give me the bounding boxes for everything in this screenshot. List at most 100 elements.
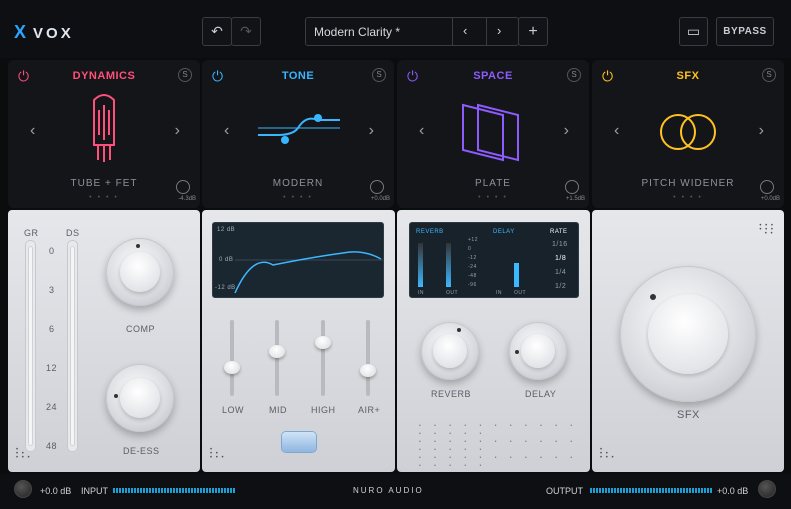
- air-slider[interactable]: [360, 320, 376, 396]
- rate-option[interactable]: 1/4: [555, 269, 566, 276]
- eq-curve: [234, 251, 383, 294]
- de-ess-label: DE-ESS: [123, 446, 160, 456]
- chevron-left-icon[interactable]: ‹: [614, 122, 619, 140]
- sfx-knob[interactable]: [620, 266, 756, 402]
- rate-option[interactable]: 1/16: [552, 241, 568, 248]
- chevron-right-icon[interactable]: ›: [369, 122, 374, 140]
- resize-grip: • • • • • • • •: [759, 223, 774, 237]
- reverb-header: REVERB: [416, 229, 444, 235]
- rate-option[interactable]: 1/8: [555, 255, 566, 262]
- input-db: +0.0 dB: [40, 486, 72, 496]
- preset-next-button[interactable]: ›: [497, 23, 501, 38]
- resize-grip: • • • • • •: [16, 447, 31, 461]
- mid-slider[interactable]: [269, 320, 285, 396]
- footer-bar: +0.0 dB INPUT NURO AUDIO OUTPUT +0.0 dB: [0, 474, 791, 509]
- delay-label: DELAY: [525, 389, 557, 399]
- speaker-grille: • • • • • • • • • • • • • • • • • • • • •…: [419, 423, 579, 469]
- input-knob[interactable]: [14, 480, 32, 498]
- output-meter: [590, 488, 712, 493]
- resize-grip: • • • • • •: [210, 447, 225, 461]
- solo-button[interactable]: S: [372, 68, 386, 82]
- chevron-right-icon[interactable]: ›: [759, 122, 764, 140]
- dynamics-panel: GR DS 0 3 6 12 24 48 COMP DE-ESS • • • • •…: [8, 210, 200, 472]
- de-ess-knob[interactable]: [106, 364, 174, 432]
- scale-tick: 24: [46, 402, 58, 412]
- delay-knob[interactable]: [509, 322, 567, 380]
- page-dots: • • • •: [89, 194, 119, 201]
- comp-knob[interactable]: [106, 238, 174, 306]
- in-label: IN: [496, 290, 502, 296]
- scale-tick: 12: [46, 363, 58, 373]
- module-space[interactable]: ⏻ SPACE S ‹ › PLATE • • • • +1.5dB: [397, 60, 589, 208]
- high-label: HIGH: [311, 405, 336, 415]
- tube-icon: [93, 94, 115, 162]
- module-title: SFX: [676, 70, 700, 82]
- add-preset-button[interactable]: +: [518, 17, 548, 46]
- gain-knob[interactable]: [370, 180, 384, 194]
- feedback-button[interactable]: ▭: [679, 17, 708, 46]
- air-label: AIR+: [358, 405, 381, 415]
- scale-tick: 3: [49, 285, 55, 295]
- gain-value: +0.0dB: [760, 196, 780, 202]
- gr-meter: [25, 240, 36, 452]
- solo-button[interactable]: S: [178, 68, 192, 82]
- module-title: TONE: [281, 70, 315, 82]
- ds-meter: [67, 240, 78, 452]
- gain-value: -4.3dB: [178, 196, 196, 202]
- gain-value: +1.5dB: [565, 196, 585, 202]
- preset-prev-button[interactable]: ‹: [463, 23, 467, 38]
- in-label: IN: [418, 290, 424, 296]
- output-label: OUTPUT: [546, 486, 583, 496]
- solo-button[interactable]: S: [567, 68, 581, 82]
- high-slider[interactable]: [315, 320, 331, 396]
- redo-icon: ↷: [240, 23, 252, 39]
- plus-icon: +: [528, 22, 538, 40]
- undo-button[interactable]: ↶: [202, 17, 232, 46]
- comp-label: COMP: [126, 324, 155, 334]
- preset-name: Modern Clarity *: [314, 25, 401, 39]
- module-mode: PITCH WIDENER: [641, 178, 735, 189]
- nuro-logo: NURO AUDIO: [353, 486, 424, 495]
- chevron-right-icon[interactable]: ›: [175, 122, 180, 140]
- chat-icon: ▭: [686, 23, 701, 39]
- page-dots: • • • •: [283, 194, 313, 201]
- resize-grip: • • • • • •: [600, 447, 615, 461]
- bypass-button[interactable]: BYPASS: [716, 17, 774, 46]
- sfx-panel: • • • • • • • • SFX • • • • • •: [592, 210, 784, 472]
- plate-icon: [462, 103, 519, 162]
- page-dots: • • • •: [478, 194, 508, 201]
- chevron-right-icon[interactable]: ›: [564, 122, 569, 140]
- reverb-in-meter: [418, 243, 423, 287]
- delay-header: DELAY: [493, 229, 515, 235]
- ds-label: DS: [66, 228, 80, 238]
- chevron-left-icon[interactable]: ‹: [224, 122, 229, 140]
- gain-knob[interactable]: [176, 180, 190, 194]
- module-tone[interactable]: ⏻ TONE S ‹ › MODERN • • • • +0.0dB: [202, 60, 394, 208]
- delay-out-meter: [514, 263, 519, 287]
- module-dynamics[interactable]: ⏻ DYNAMICS S ‹ › TUBE + FET • • • • -4.3…: [8, 60, 200, 208]
- gain-knob[interactable]: [760, 180, 774, 194]
- redo-button[interactable]: ↷: [231, 17, 261, 46]
- input-meter: [113, 488, 235, 493]
- scale-tick: 0: [49, 246, 55, 256]
- module-sfx[interactable]: ⏻ SFX S ‹ › PITCH WIDENER • • • • +0.0dB: [592, 60, 784, 208]
- preset-selector[interactable]: Modern Clarity * ‹ ›: [305, 17, 519, 46]
- input-label: INPUT: [81, 486, 108, 496]
- scale-tick: -48: [468, 273, 477, 279]
- output-knob[interactable]: [758, 480, 776, 498]
- solo-button[interactable]: S: [762, 68, 776, 82]
- mode-toggle-button[interactable]: [282, 432, 316, 452]
- scale-tick: 48: [46, 441, 58, 451]
- chevron-left-icon[interactable]: ‹: [419, 122, 424, 140]
- reverb-label: REVERB: [431, 389, 472, 399]
- chevron-left-icon[interactable]: ‹: [30, 122, 35, 140]
- rate-option[interactable]: 1/2: [555, 283, 566, 290]
- reverb-knob[interactable]: [421, 322, 479, 380]
- low-slider[interactable]: [224, 320, 240, 396]
- out-label: OUT: [446, 290, 459, 296]
- gain-value: +0.0dB: [370, 196, 390, 202]
- gain-knob[interactable]: [565, 180, 579, 194]
- space-panel: REVERB DELAY RATE +12 0 -12 -24 -48 -96 …: [397, 210, 590, 472]
- scale-tick: -24: [468, 264, 477, 270]
- space-display: REVERB DELAY RATE +12 0 -12 -24 -48 -96 …: [409, 222, 579, 298]
